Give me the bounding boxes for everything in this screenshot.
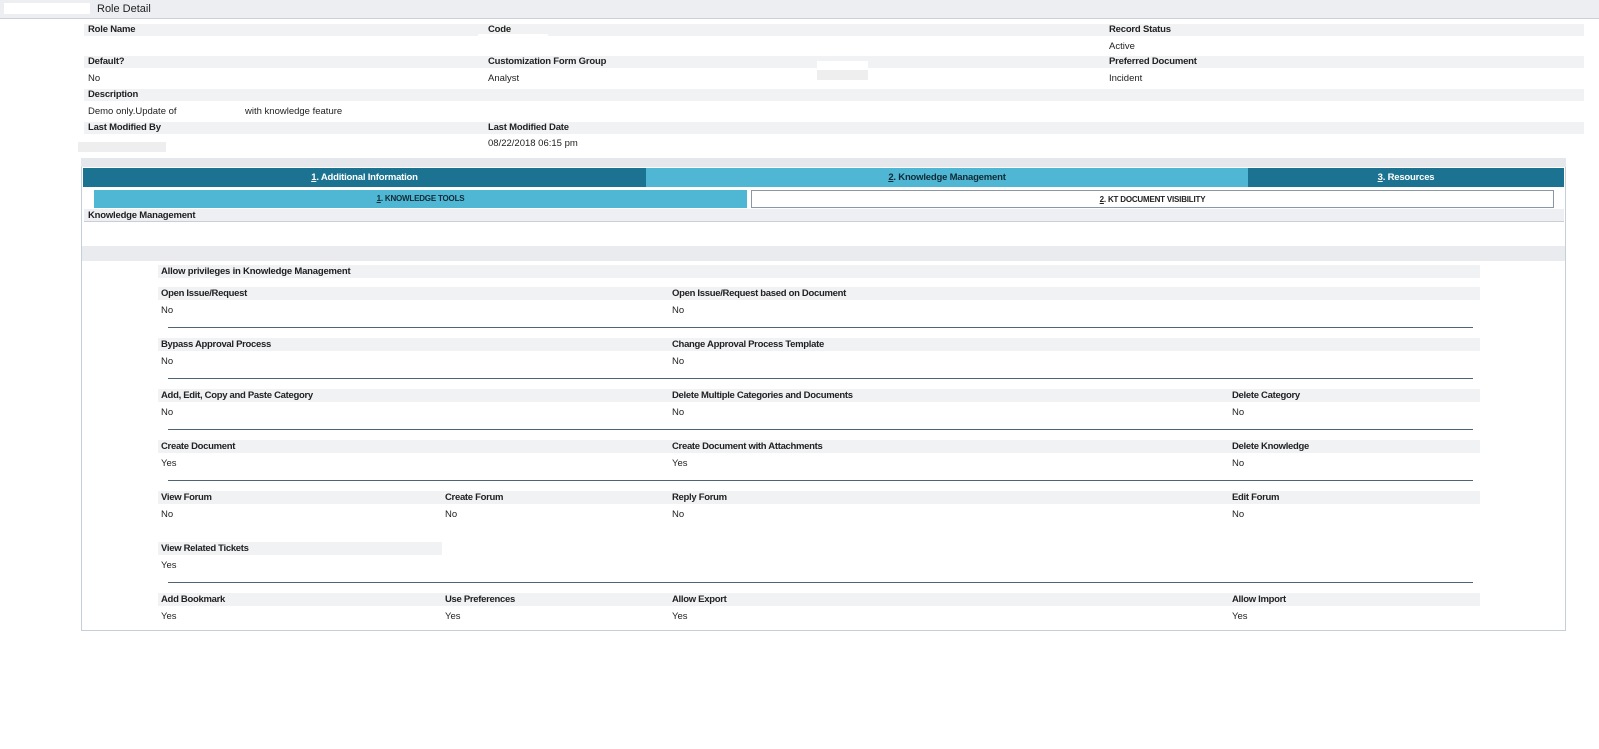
tab-resources[interactable]: 3. Resources xyxy=(1248,168,1564,187)
allow-import-label: Allow Import xyxy=(1229,593,1480,606)
record-status-label: Record Status xyxy=(1109,24,1171,35)
delete-category-value: No xyxy=(1232,407,1245,418)
default-value: No xyxy=(88,73,101,84)
create-document-label: Create Document xyxy=(158,440,670,453)
allow-import-value: Yes xyxy=(1232,611,1248,622)
use-preferences-value: Yes xyxy=(445,611,461,622)
view-related-tickets-label: View Related Tickets xyxy=(158,542,442,555)
redacted-region xyxy=(78,142,166,152)
add-edit-copy-paste-category-value: No xyxy=(161,407,174,418)
add-bookmark-value: Yes xyxy=(161,611,177,622)
redacted-region xyxy=(817,70,868,80)
bypass-approval-process-label: Bypass Approval Process xyxy=(158,338,670,351)
open-issue-request-based-on-document-label: Open Issue/Request based on Document xyxy=(669,287,1480,300)
tab-knowledge-management[interactable]: 2. Knowledge Management xyxy=(646,168,1248,187)
create-forum-value: No xyxy=(445,509,458,520)
tab-panel-strip xyxy=(81,158,1566,167)
last-modified-date-value: 08/22/2018 06:15 pm xyxy=(488,138,578,149)
window-title-bar: Role Detail xyxy=(0,0,1599,19)
subtab-label: . KT DOCUMENT VISIBILITY xyxy=(1103,195,1206,204)
redacted-region xyxy=(478,34,548,40)
record-status-value: Active xyxy=(1109,41,1135,52)
add-bookmark-label: Add Bookmark xyxy=(158,593,442,606)
tab-label: . Additional Information xyxy=(316,172,418,183)
customization-form-group-value: Analyst xyxy=(488,73,520,84)
add-edit-copy-paste-category-label: Add, Edit, Copy and Paste Category xyxy=(158,389,670,402)
change-approval-process-template-value: No xyxy=(672,356,685,367)
row-separator xyxy=(168,429,1473,430)
view-forum-value: No xyxy=(161,509,174,520)
redacted-region xyxy=(817,61,868,69)
page-title: Role Detail xyxy=(97,3,151,15)
row-separator xyxy=(168,327,1473,328)
header-row-band xyxy=(84,24,1584,36)
section-title: Knowledge Management xyxy=(84,209,1564,222)
allow-export-label: Allow Export xyxy=(669,593,1229,606)
tab-additional-information[interactable]: 1. Additional Information xyxy=(83,168,646,187)
tab-label: . Knowledge Management xyxy=(893,172,1006,183)
description-label: Description xyxy=(88,89,139,100)
row-separator xyxy=(168,378,1473,379)
row-separator xyxy=(168,582,1473,583)
open-issue-request-based-on-document-value: No xyxy=(672,305,685,316)
subtab-label: . KNOWLEDGE TOOLS xyxy=(380,194,465,203)
create-document-with-attachments-label: Create Document with Attachments xyxy=(669,440,1229,453)
create-document-with-attachments-value: Yes xyxy=(672,458,688,469)
reply-forum-label: Reply Forum xyxy=(669,491,1229,504)
section-spacer-band xyxy=(82,246,1565,261)
permissions-heading: Allow privileges in Knowledge Management xyxy=(158,265,1480,278)
description-value-end: with knowledge feature xyxy=(245,106,343,117)
reply-forum-value: No xyxy=(672,509,685,520)
use-preferences-label: Use Preferences xyxy=(442,593,670,606)
open-issue-request-label: Open Issue/Request xyxy=(158,287,670,300)
open-issue-request-value: No xyxy=(161,305,174,316)
delete-category-label: Delete Category xyxy=(1229,389,1480,402)
delete-knowledge-value: No xyxy=(1232,458,1245,469)
change-approval-process-template-label: Change Approval Process Template xyxy=(669,338,1480,351)
create-document-value: Yes xyxy=(161,458,177,469)
delete-multiple-categories-documents-label: Delete Multiple Categories and Documents xyxy=(669,389,1229,402)
customization-form-group-label: Customization Form Group xyxy=(488,56,607,67)
view-forum-label: View Forum xyxy=(158,491,442,504)
edit-forum-label: Edit Forum xyxy=(1229,491,1480,504)
default-label: Default? xyxy=(88,56,125,67)
create-forum-label: Create Forum xyxy=(442,491,670,504)
redacted-region xyxy=(4,3,90,14)
header-row-band xyxy=(84,89,1584,101)
delete-multiple-categories-documents-value: No xyxy=(672,407,685,418)
redacted-region xyxy=(78,37,170,41)
subtab-knowledge-tools[interactable]: 1. KNOWLEDGE TOOLS xyxy=(94,190,747,208)
delete-knowledge-label: Delete Knowledge xyxy=(1229,440,1480,453)
preferred-document-value: Incident xyxy=(1109,73,1143,84)
bypass-approval-process-value: No xyxy=(161,356,174,367)
edit-forum-value: No xyxy=(1232,509,1245,520)
last-modified-date-label: Last Modified Date xyxy=(488,122,569,133)
preferred-document-label: Preferred Document xyxy=(1109,56,1197,67)
allow-export-value: Yes xyxy=(672,611,688,622)
description-value-start: Demo only.Update of I xyxy=(88,106,182,117)
tab-label: . Resources xyxy=(1382,172,1435,183)
header-row-band xyxy=(84,122,1584,134)
view-related-tickets-value: Yes xyxy=(161,560,177,571)
subtab-kt-document-visibility[interactable]: 2. KT DOCUMENT VISIBILITY xyxy=(751,190,1554,208)
redacted-region xyxy=(180,106,242,118)
last-modified-by-label: Last Modified By xyxy=(88,122,161,133)
row-separator xyxy=(168,480,1473,481)
